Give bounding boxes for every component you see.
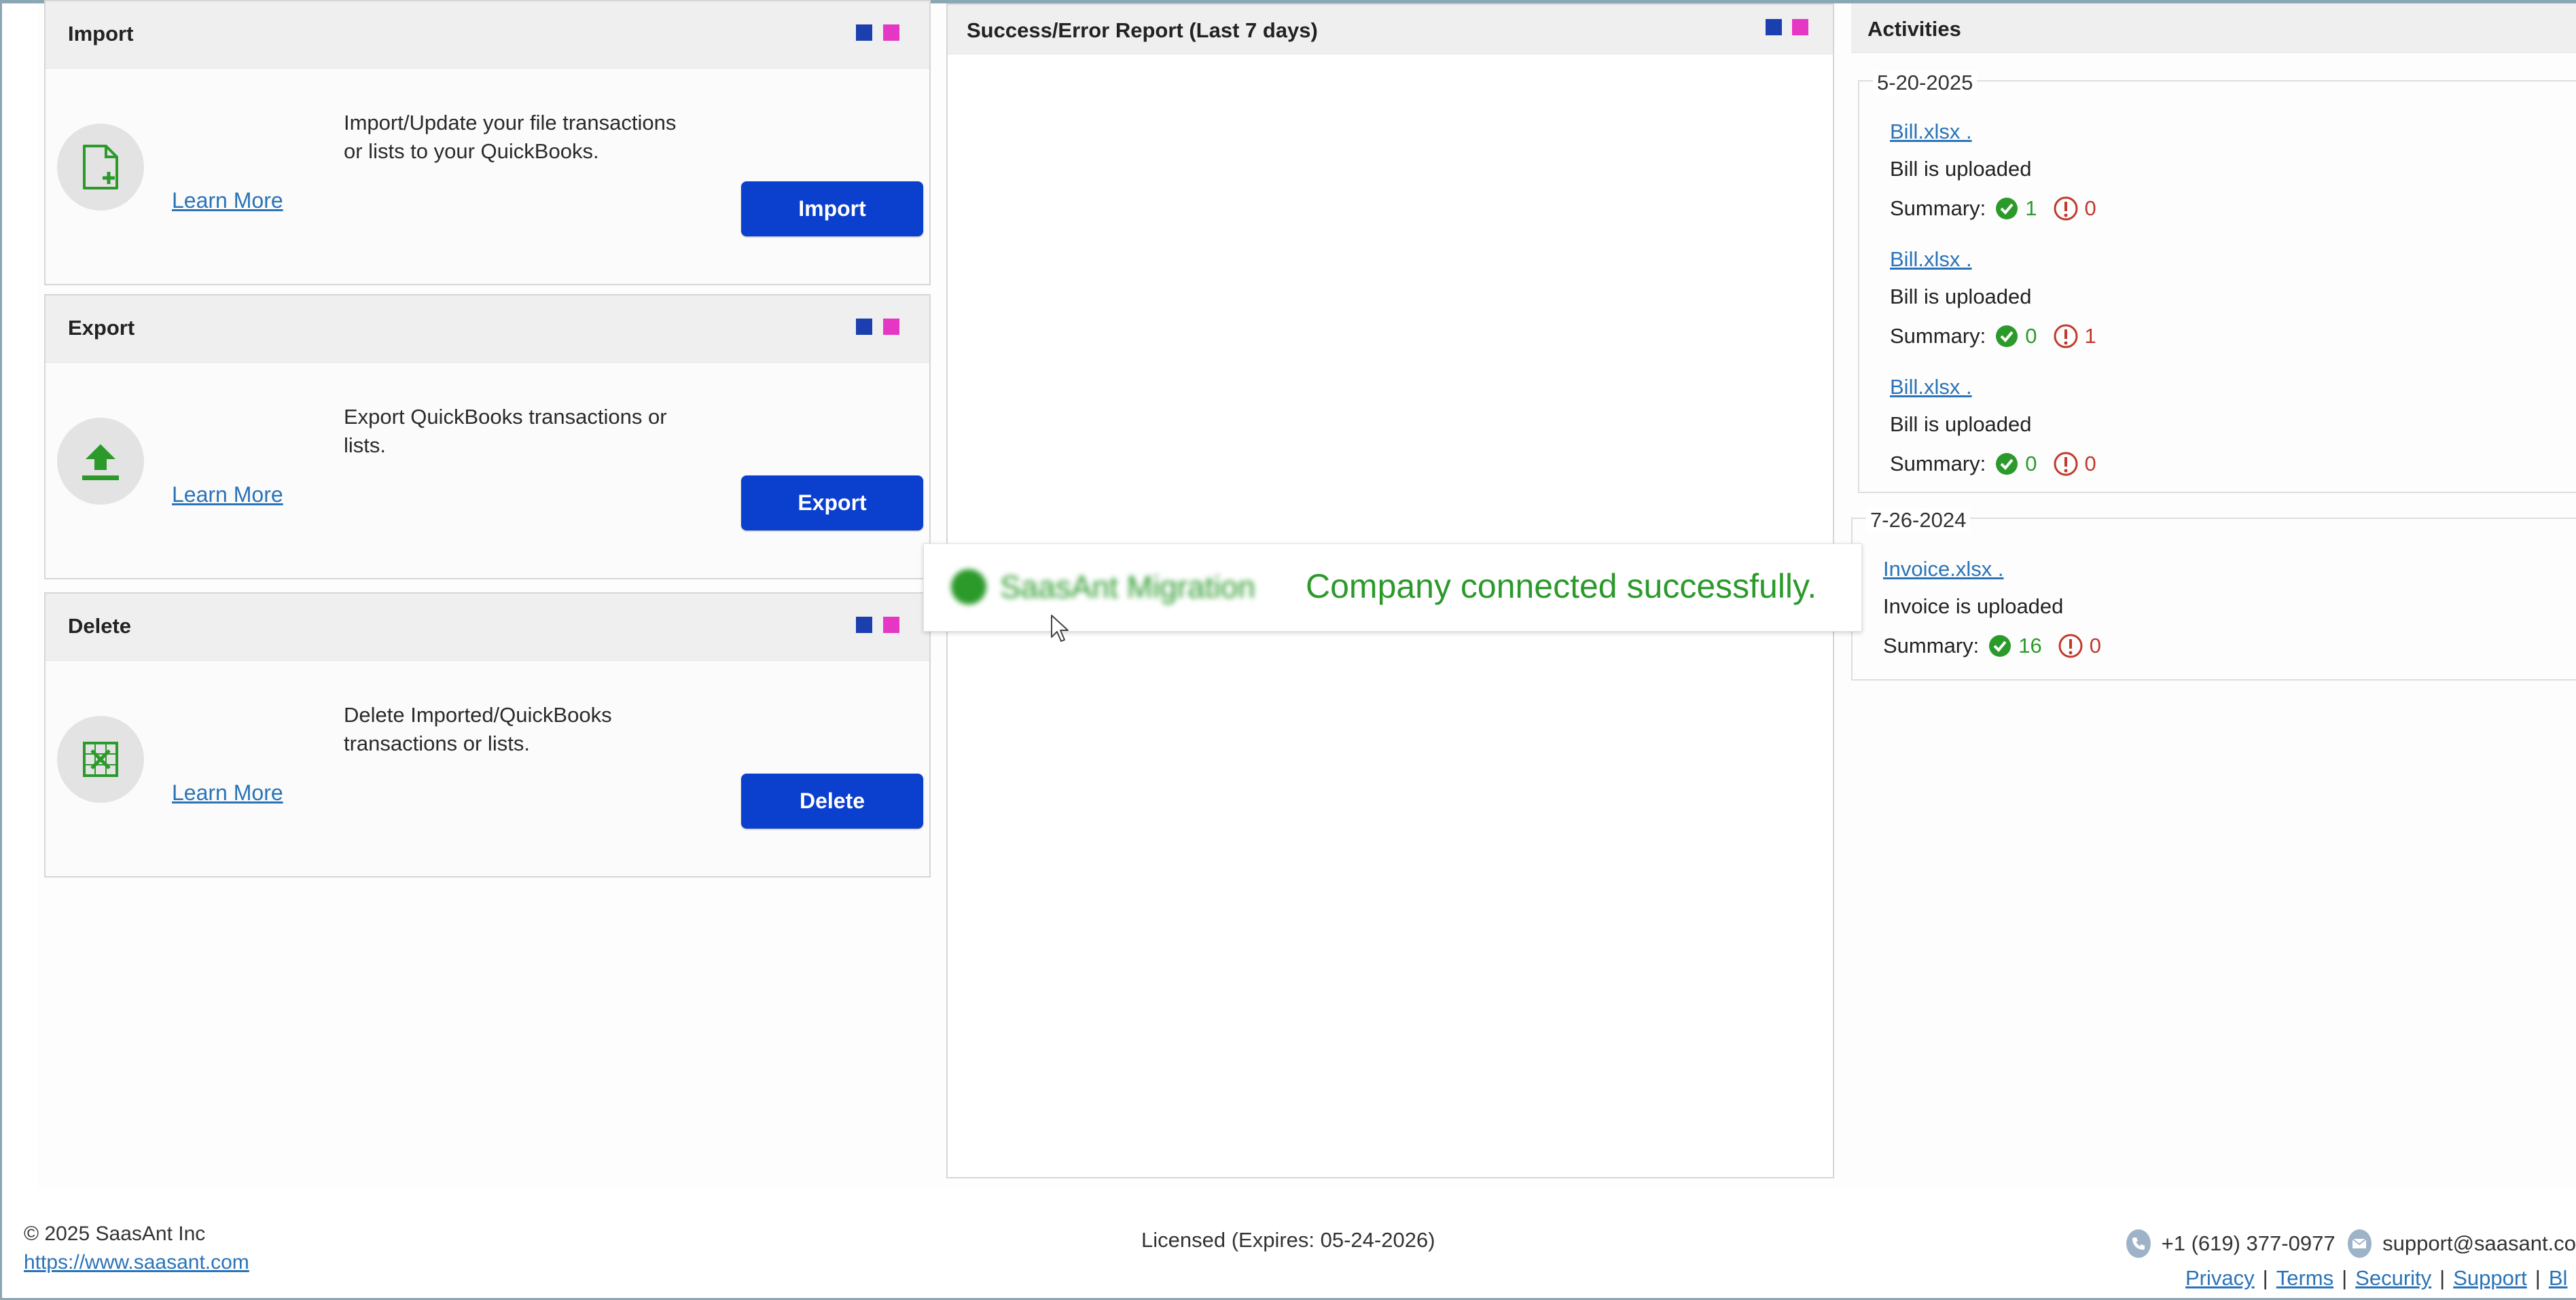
success-count: 16 <box>2018 634 2042 657</box>
footer-left: © 2025 SaasAnt Inc https://www.saasant.c… <box>24 1223 249 1274</box>
export-card-header: Export <box>46 295 929 363</box>
delete-description: Delete Imported/QuickBooks transactions … <box>344 703 612 755</box>
success-check-icon <box>1996 198 2018 219</box>
activity-group-date: 5-20-2025 <box>1873 71 1978 95</box>
activities-header: Activities <box>1851 3 2576 53</box>
error-alert-icon <box>2054 324 2077 348</box>
license-text: Licensed (Expires: 05-24-2026) <box>1141 1228 1435 1252</box>
website-link[interactable]: https://www.saasant.com <box>24 1251 249 1274</box>
report-header: Success/Error Report (Last 7 days) <box>948 5 1833 54</box>
error-alert-icon <box>2054 452 2077 476</box>
import-card-header: Import <box>46 1 929 69</box>
email-icon <box>2347 1229 2372 1258</box>
export-button[interactable]: Export <box>741 475 923 530</box>
activity-file-link[interactable]: Bill.xlsx . <box>1890 375 2576 403</box>
activity-group-date: 7-26-2024 <box>1866 508 1971 532</box>
activity-entry: Invoice.xlsx . Invoice is uploaded Summa… <box>1853 557 2576 660</box>
export-card-title: Export <box>68 316 135 340</box>
activity-group: 7-26-2024 Invoice.xlsx . Invoice is uplo… <box>1851 508 2576 681</box>
success-check-icon <box>1996 453 2018 475</box>
card-blue-square[interactable] <box>856 319 872 335</box>
export-card: Export Learn More Export QuickBooks tran… <box>44 294 931 579</box>
activity-entry: Bill.xlsx . Bill is uploaded Summary: 0 … <box>1859 375 2576 478</box>
card-pink-square[interactable] <box>883 24 899 41</box>
footer-contact: +1 (619) 377-0977 support@saasant.co Pri… <box>2126 1229 2576 1297</box>
import-learn-more-link[interactable]: Learn More <box>172 188 283 213</box>
toast-message: Company connected successfully. <box>1306 567 1817 605</box>
file-plus-icon <box>57 124 144 211</box>
support-email[interactable]: support@saasant.co <box>2382 1231 2576 1256</box>
success-check-icon <box>1996 325 2018 347</box>
activity-file-link[interactable]: Bill.xlsx . <box>1890 120 2576 148</box>
delete-card-title: Delete <box>68 614 132 638</box>
security-link[interactable]: Security <box>2355 1266 2431 1290</box>
error-count: 0 <box>2084 196 2096 220</box>
phone-number: +1 (619) 377-0977 <box>2161 1231 2336 1255</box>
activity-group: 5-20-2025 Bill.xlsx . Bill is uploaded S… <box>1858 71 2576 493</box>
activity-entry: Bill.xlsx . Bill is uploaded Summary: 0 … <box>1859 247 2576 350</box>
activity-entry: Bill.xlsx . Bill is uploaded Summary: 1 … <box>1859 120 2576 223</box>
error-count: 0 <box>2089 634 2101 657</box>
copyright-text: © 2025 SaasAnt Inc <box>24 1223 206 1245</box>
activity-message: Bill is uploaded <box>1890 285 2032 308</box>
mouse-cursor-icon <box>1050 614 1071 647</box>
error-count: 1 <box>2084 324 2096 348</box>
import-card-title: Import <box>68 22 134 46</box>
toast-blurred-brand: SaasAnt Migration <box>951 566 1277 608</box>
report-title: Success/Error Report (Last 7 days) <box>967 18 1318 42</box>
privacy-link[interactable]: Privacy <box>2185 1266 2255 1290</box>
error-alert-icon <box>2058 634 2083 658</box>
activity-message: Bill is uploaded <box>1890 412 2032 436</box>
card-blue-square[interactable] <box>856 617 872 633</box>
card-pink-square[interactable] <box>883 319 899 335</box>
phone-icon <box>2126 1229 2151 1258</box>
activities-panel: Activities 5-20-2025 Bill.xlsx . Bill is… <box>1851 3 2576 683</box>
report-pink-square[interactable] <box>1792 19 1808 35</box>
activity-summary: Summary: 0 0 <box>1890 452 2096 476</box>
activity-summary: Summary: 0 1 <box>1890 324 2096 348</box>
success-count: 1 <box>2025 196 2037 220</box>
delete-learn-more-link[interactable]: Learn More <box>172 780 283 806</box>
activity-file-link[interactable]: Bill.xlsx . <box>1890 247 2576 276</box>
terms-link[interactable]: Terms <box>2276 1266 2333 1290</box>
import-button[interactable]: Import <box>741 181 923 236</box>
export-learn-more-link[interactable]: Learn More <box>172 482 283 507</box>
activity-message: Bill is uploaded <box>1890 157 2032 181</box>
delete-grid-icon <box>57 716 144 803</box>
card-pink-square[interactable] <box>883 617 899 633</box>
success-count: 0 <box>2025 324 2037 348</box>
activity-message: Invoice is uploaded <box>1883 594 2064 618</box>
export-description: Export QuickBooks transactions or lists. <box>344 405 667 457</box>
delete-button[interactable]: Delete <box>741 774 923 829</box>
footer-links: Privacy | Terms | Security | Support | Bl <box>2185 1266 2568 1290</box>
activities-title: Activities <box>1867 17 1961 41</box>
success-count: 0 <box>2025 452 2037 475</box>
card-blue-square[interactable] <box>856 24 872 41</box>
activity-summary: Summary: 16 0 <box>1883 634 2101 658</box>
blog-link[interactable]: Bl <box>2549 1266 2568 1290</box>
support-link[interactable]: Support <box>2453 1266 2527 1290</box>
brand-logo-icon <box>951 569 986 604</box>
activity-file-link[interactable]: Invoice.xlsx . <box>1883 557 2576 585</box>
error-count: 0 <box>2084 452 2096 475</box>
import-card: Import Learn More Import/Update your fil… <box>44 0 931 285</box>
delete-card-header: Delete <box>46 594 929 661</box>
delete-card: Delete Learn More Delete Imported/QuickB… <box>44 592 931 878</box>
report-blue-square[interactable] <box>1766 19 1782 35</box>
window-left-border <box>0 0 2 1300</box>
error-alert-icon <box>2054 196 2077 221</box>
import-description: Import/Update your file transactions or … <box>344 111 677 163</box>
success-check-icon <box>1989 635 2011 657</box>
activity-summary: Summary: 1 0 <box>1890 196 2096 221</box>
upload-icon <box>57 418 144 505</box>
